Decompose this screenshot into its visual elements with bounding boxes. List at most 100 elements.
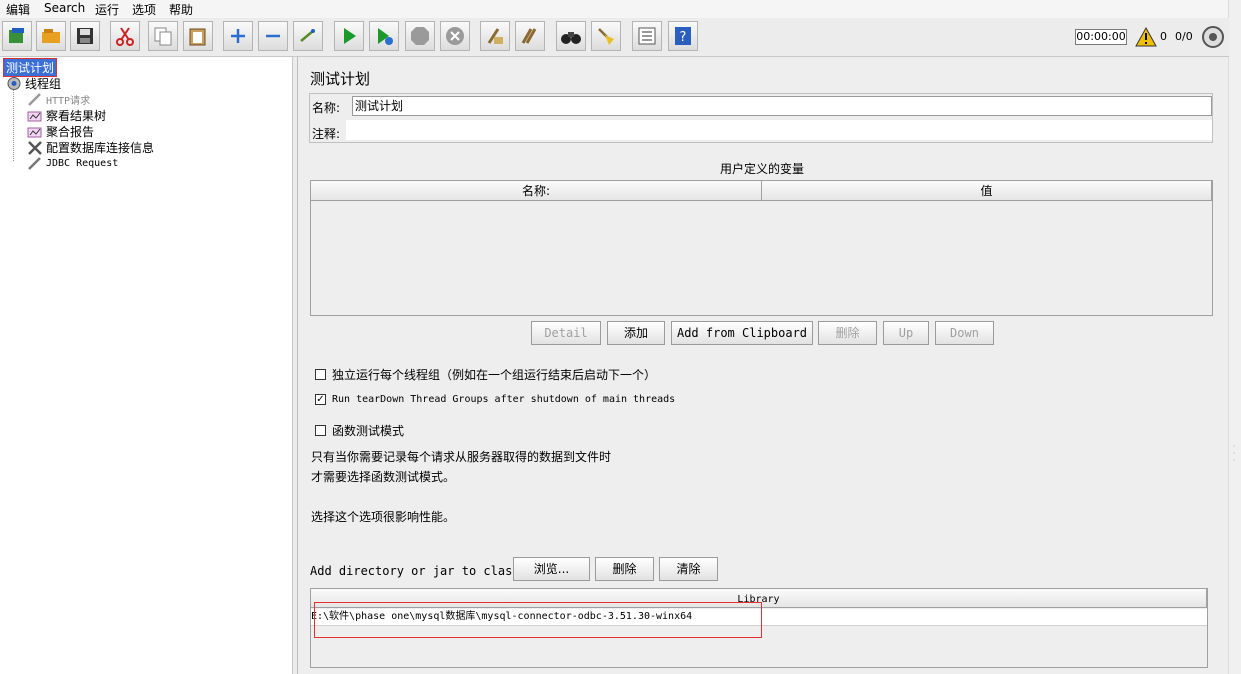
tree-item-db-config[interactable]: 配置数据库连接信息 [27, 140, 154, 155]
column-header-value[interactable]: 值 [762, 181, 1212, 201]
tree-item-http-request[interactable]: HTTP请求 [27, 92, 90, 107]
menu-bar: 编辑 Search 运行 选项 帮助 [0, 0, 1229, 18]
templates-button[interactable] [2, 21, 32, 51]
user-variables-title: 用户定义的变量 [719, 162, 804, 176]
highlight-annotation [314, 602, 762, 638]
checkbox-label: Run tearDown Thread Groups after shutdow… [332, 394, 676, 405]
tree-item-label: 配置数据库连接信息 [46, 141, 155, 155]
checkbox-label: 函数测试模式 [332, 424, 405, 438]
listener-icon [27, 127, 42, 138]
save-button[interactable] [70, 21, 100, 51]
cut-button[interactable] [110, 21, 140, 51]
tree-item-view-results-tree[interactable]: 察看结果树 [27, 108, 106, 123]
comment-label: 注释: [312, 127, 341, 141]
column-header-name[interactable]: 名称: [311, 181, 762, 201]
paste-icon [189, 28, 206, 46]
cut-icon [116, 27, 134, 46]
gear-icon [7, 77, 21, 90]
down-button[interactable]: Down [935, 321, 994, 345]
help-icon: ? [675, 27, 691, 45]
copy-button[interactable] [148, 21, 178, 51]
tree-item-label: 察看结果树 [46, 109, 107, 123]
checkbox-box[interactable] [315, 369, 326, 380]
active-threads: 0/0 [1175, 30, 1193, 43]
expand-icon [231, 29, 245, 43]
toggle-icon [300, 29, 315, 42]
warning-icon[interactable] [1135, 27, 1157, 47]
functional-mode-help-line1: 只有当你需要记录每个请求从服务器取得的数据到文件时 [311, 450, 612, 464]
search-button[interactable] [556, 21, 586, 51]
toggle-button[interactable] [293, 21, 323, 51]
start-icon [344, 28, 356, 44]
expand-button[interactable] [223, 21, 253, 51]
paste-button[interactable] [183, 21, 213, 51]
tree-item-label: 线程组 [25, 77, 62, 91]
open-button[interactable] [36, 21, 66, 51]
start-button[interactable] [334, 21, 364, 51]
broom-icon [598, 28, 614, 45]
tree-item-label: HTTP请求 [46, 96, 91, 107]
classpath-delete-button[interactable]: 删除 [595, 557, 654, 581]
user-variables-table[interactable]: 名称: 值 [310, 180, 1213, 316]
name-label: 名称: [312, 101, 341, 115]
help-button[interactable]: ? [668, 21, 698, 51]
reset-search-button[interactable] [591, 21, 621, 51]
tree-item-label: 聚合报告 [46, 125, 95, 139]
tree-item-jdbc-request[interactable]: JDBC Request [27, 156, 118, 171]
tree-item-label: 测试计划 [2, 58, 58, 77]
menu-search[interactable]: Search [44, 1, 85, 15]
start-no-pause-button[interactable] [369, 21, 399, 51]
templates-icon [9, 28, 24, 43]
svg-text:?: ? [680, 30, 687, 45]
comment-input[interactable] [346, 120, 1212, 140]
warning-count: 0 [1160, 30, 1167, 43]
tree-item-thread-group[interactable]: 线程组 [6, 76, 61, 91]
window-edge-scrollbar[interactable]: · · · [1228, 0, 1241, 674]
page-title: 测试计划 [310, 70, 371, 88]
tree-item-test-plan[interactable]: 测试计划 [2, 58, 58, 77]
teardown-on-shutdown-checkbox[interactable]: ✓ Run tearDown Thread Groups after shutd… [315, 394, 675, 405]
binoculars-icon [561, 32, 581, 44]
clear-all-icon [521, 28, 537, 44]
detail-button[interactable]: Detail [531, 321, 601, 345]
checkbox-box[interactable]: ✓ [315, 394, 326, 405]
sampler-icon [28, 157, 41, 170]
menu-run[interactable]: 运行 [95, 1, 119, 18]
tree-item-aggregate-report[interactable]: 聚合报告 [27, 124, 94, 139]
menu-help[interactable]: 帮助 [169, 1, 193, 18]
add-button[interactable]: 添加 [607, 321, 665, 345]
elapsed-timer: 00:00:00 [1075, 29, 1127, 45]
splitter-grip-icon: · · · [1232, 442, 1236, 466]
start-no-pause-icon [378, 28, 393, 45]
browse-button[interactable]: 浏览... [513, 557, 590, 581]
clear-button[interactable] [480, 21, 510, 51]
delete-button[interactable]: 删除 [818, 321, 877, 345]
save-icon [77, 28, 93, 44]
open-icon [42, 29, 60, 43]
menu-edit[interactable]: 编辑 [6, 1, 30, 18]
menu-options[interactable]: 选项 [132, 1, 156, 18]
shutdown-button[interactable] [440, 21, 470, 51]
name-input[interactable]: 测试计划 [352, 96, 1212, 116]
status-gear-icon [1202, 26, 1224, 48]
serialize-threadgroups-checkbox[interactable]: 独立运行每个线程组（例如在一个组运行结束后启动下一个） [315, 366, 656, 383]
performance-warning: 选择这个选项很影响性能。 [311, 510, 456, 524]
listener-icon [27, 111, 42, 122]
clear-all-button[interactable] [515, 21, 545, 51]
up-button[interactable]: Up [883, 321, 929, 345]
stop-button[interactable] [405, 21, 435, 51]
add-from-clipboard-button[interactable]: Add from Clipboard [671, 321, 813, 345]
classpath-clear-button[interactable]: 清除 [659, 557, 718, 581]
name-comment-group: 名称: 测试计划 注释: [309, 93, 1213, 143]
function-helper-button[interactable] [632, 21, 662, 51]
clear-icon [487, 28, 503, 44]
config-icon [28, 141, 42, 155]
toolbar: ? 00:00:00 0 0/0 [0, 18, 1229, 57]
list-icon [638, 27, 656, 45]
test-plan-tree: 测试计划 线程组 HTTP请求 察看结果树 聚合报告 配置数据库连接信息 JDB… [0, 57, 293, 674]
collapse-icon [266, 34, 280, 38]
checkbox-label: 独立运行每个线程组（例如在一个组运行结束后启动下一个） [332, 368, 657, 382]
collapse-button[interactable] [258, 21, 288, 51]
checkbox-box[interactable] [315, 425, 326, 436]
functional-mode-checkbox[interactable]: 函数测试模式 [315, 422, 404, 439]
